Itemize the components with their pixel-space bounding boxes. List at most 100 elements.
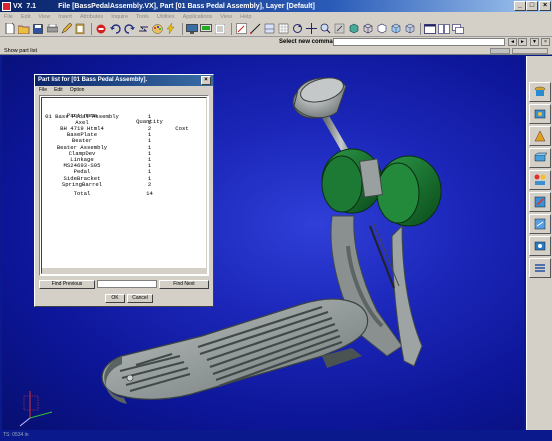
toolbar-divider (91, 22, 92, 35)
assembly-icon[interactable] (529, 170, 551, 190)
rotate-view-icon[interactable] (291, 23, 303, 35)
axis-triad (19, 391, 53, 427)
dialog-title-bar[interactable]: Part list for [01 Bass Pedal Assembly]. … (35, 75, 213, 86)
command-close-button[interactable]: × (541, 38, 550, 46)
cascade-windows-icon[interactable] (452, 23, 464, 35)
hidden-line-icon[interactable] (375, 23, 387, 35)
menu-attributes[interactable]: Attributes (80, 14, 103, 20)
menu-utilities[interactable]: Utilities (157, 14, 175, 20)
app-version: 7.1 (26, 2, 37, 10)
clipboard-icon[interactable] (74, 23, 86, 35)
option-button[interactable] (490, 48, 510, 54)
ok-button[interactable]: OK (105, 294, 125, 303)
command-row: Select new command. ◄ ► ▼ × (0, 37, 552, 47)
menu-applications[interactable]: Applications (183, 14, 213, 20)
total-row: Total 14 (42, 190, 202, 197)
list-horizontal-scrollbar[interactable] (42, 268, 206, 273)
coordinate-readout: TS: 0534 in (3, 432, 29, 438)
view-toggle-icon[interactable] (333, 23, 345, 35)
sheet-metal-icon[interactable] (529, 148, 551, 168)
part-list-inner: Part name Quantity Cost 01 Bass Pedal As… (41, 97, 207, 274)
save-icon[interactable] (32, 23, 44, 35)
dialog-menu-file[interactable]: File (39, 86, 47, 94)
find-input[interactable] (97, 280, 157, 288)
command-history-button[interactable]: ▼ (530, 38, 539, 46)
menu-help[interactable]: Help (240, 14, 251, 20)
display-settings-icon[interactable] (200, 23, 212, 35)
list-item[interactable]: SpringBarrel 2 (42, 180, 202, 188)
total-quantity: 14 (146, 190, 153, 197)
tile-windows-icon[interactable] (438, 23, 450, 35)
title-bar: VX 7.1 File [BassPedalAssembly.VX], Part… (0, 0, 552, 12)
part-list-dialog: Part list for [01 Bass Pedal Assembly]. … (34, 74, 214, 307)
undo-icon[interactable] (109, 23, 121, 35)
dialog-title: Part list for [01 Bass Pedal Assembly]. (38, 77, 148, 83)
dialog-menu-edit[interactable]: Edit (54, 86, 63, 94)
app-logo-icon (2, 1, 11, 11)
dialog-menu-bar: File Edit Option (35, 86, 213, 94)
mold-icon[interactable] (529, 192, 551, 212)
status-bar: TS: 0534 in (0, 430, 552, 441)
list-view-icon[interactable] (529, 258, 551, 278)
monitor-icon[interactable] (186, 23, 198, 35)
grid-tool-icon[interactable] (277, 23, 289, 35)
layer-tool-icon[interactable] (263, 23, 275, 35)
wireframe-view-icon[interactable] (361, 23, 373, 35)
find-next-button[interactable]: Find Next (159, 280, 209, 289)
toolbar-divider (420, 22, 421, 35)
command-back-button[interactable]: ◄ (508, 38, 517, 46)
part-list-box[interactable]: Part name Quantity Cost 01 Bass Pedal As… (39, 95, 209, 276)
maximize-button[interactable]: □ (526, 1, 538, 11)
window-layout-icon[interactable] (424, 23, 436, 35)
menu-insert[interactable]: Insert (58, 14, 72, 20)
toolbar-divider (182, 22, 183, 35)
new-file-icon[interactable] (4, 23, 16, 35)
render-icon[interactable] (529, 236, 551, 256)
right-tool-palette (526, 56, 552, 430)
menu-view-2[interactable]: View (220, 14, 232, 20)
list-icon[interactable] (214, 23, 226, 35)
palette-icon[interactable] (151, 23, 163, 35)
lightning-icon[interactable] (165, 23, 177, 35)
menu-edit[interactable]: Edit (21, 14, 30, 20)
repeat-icon[interactable] (137, 23, 149, 35)
cancel-button[interactable]: Cancel (127, 294, 153, 303)
dialog-close-button[interactable]: × (201, 76, 211, 85)
top-view-icon[interactable] (403, 23, 415, 35)
pencil-icon[interactable] (60, 23, 72, 35)
sketch-icon[interactable] (235, 23, 247, 35)
menu-bar: File Edit View Insert Attributes Inquire… (0, 12, 552, 21)
part-name: SpringBarrel (61, 180, 103, 188)
option-row: Show part list (0, 47, 552, 55)
pedestal-part-icon[interactable] (529, 82, 551, 102)
find-previous-button[interactable]: Find Previous (39, 280, 95, 289)
menu-inquire[interactable]: Inquire (111, 14, 128, 20)
shade-view-icon[interactable] (347, 23, 359, 35)
iso-view-icon[interactable] (389, 23, 401, 35)
redo-icon[interactable] (123, 23, 135, 35)
dialog-menu-option[interactable]: Option (70, 86, 85, 94)
menu-file[interactable]: File (4, 14, 13, 20)
command-forward-button[interactable]: ► (518, 38, 527, 46)
drawing-icon[interactable] (529, 214, 551, 234)
minimize-button[interactable]: _ (514, 1, 526, 11)
feature-icon[interactable] (529, 126, 551, 146)
pan-view-icon[interactable] (305, 23, 317, 35)
zoom-view-icon[interactable] (319, 23, 331, 35)
option-dropdown[interactable] (512, 48, 548, 54)
line-tool-icon[interactable] (249, 23, 261, 35)
toolbar-divider (231, 22, 232, 35)
main-toolbar (0, 21, 552, 37)
open-folder-icon[interactable] (18, 23, 30, 35)
part-qty: 2 (147, 180, 152, 188)
shape-part-icon[interactable] (529, 104, 551, 124)
show-part-list-label[interactable]: Show part list (4, 47, 37, 55)
menu-view[interactable]: View (38, 14, 50, 20)
window-title: File [BassPedalAssembly.VX], Part [01 Ba… (58, 2, 315, 10)
print-icon[interactable] (46, 23, 58, 35)
command-input[interactable] (333, 38, 505, 46)
menu-tools[interactable]: Tools (136, 14, 149, 20)
close-button[interactable]: × (539, 1, 551, 11)
stop-icon[interactable] (95, 23, 107, 35)
total-label: Total (73, 190, 91, 197)
